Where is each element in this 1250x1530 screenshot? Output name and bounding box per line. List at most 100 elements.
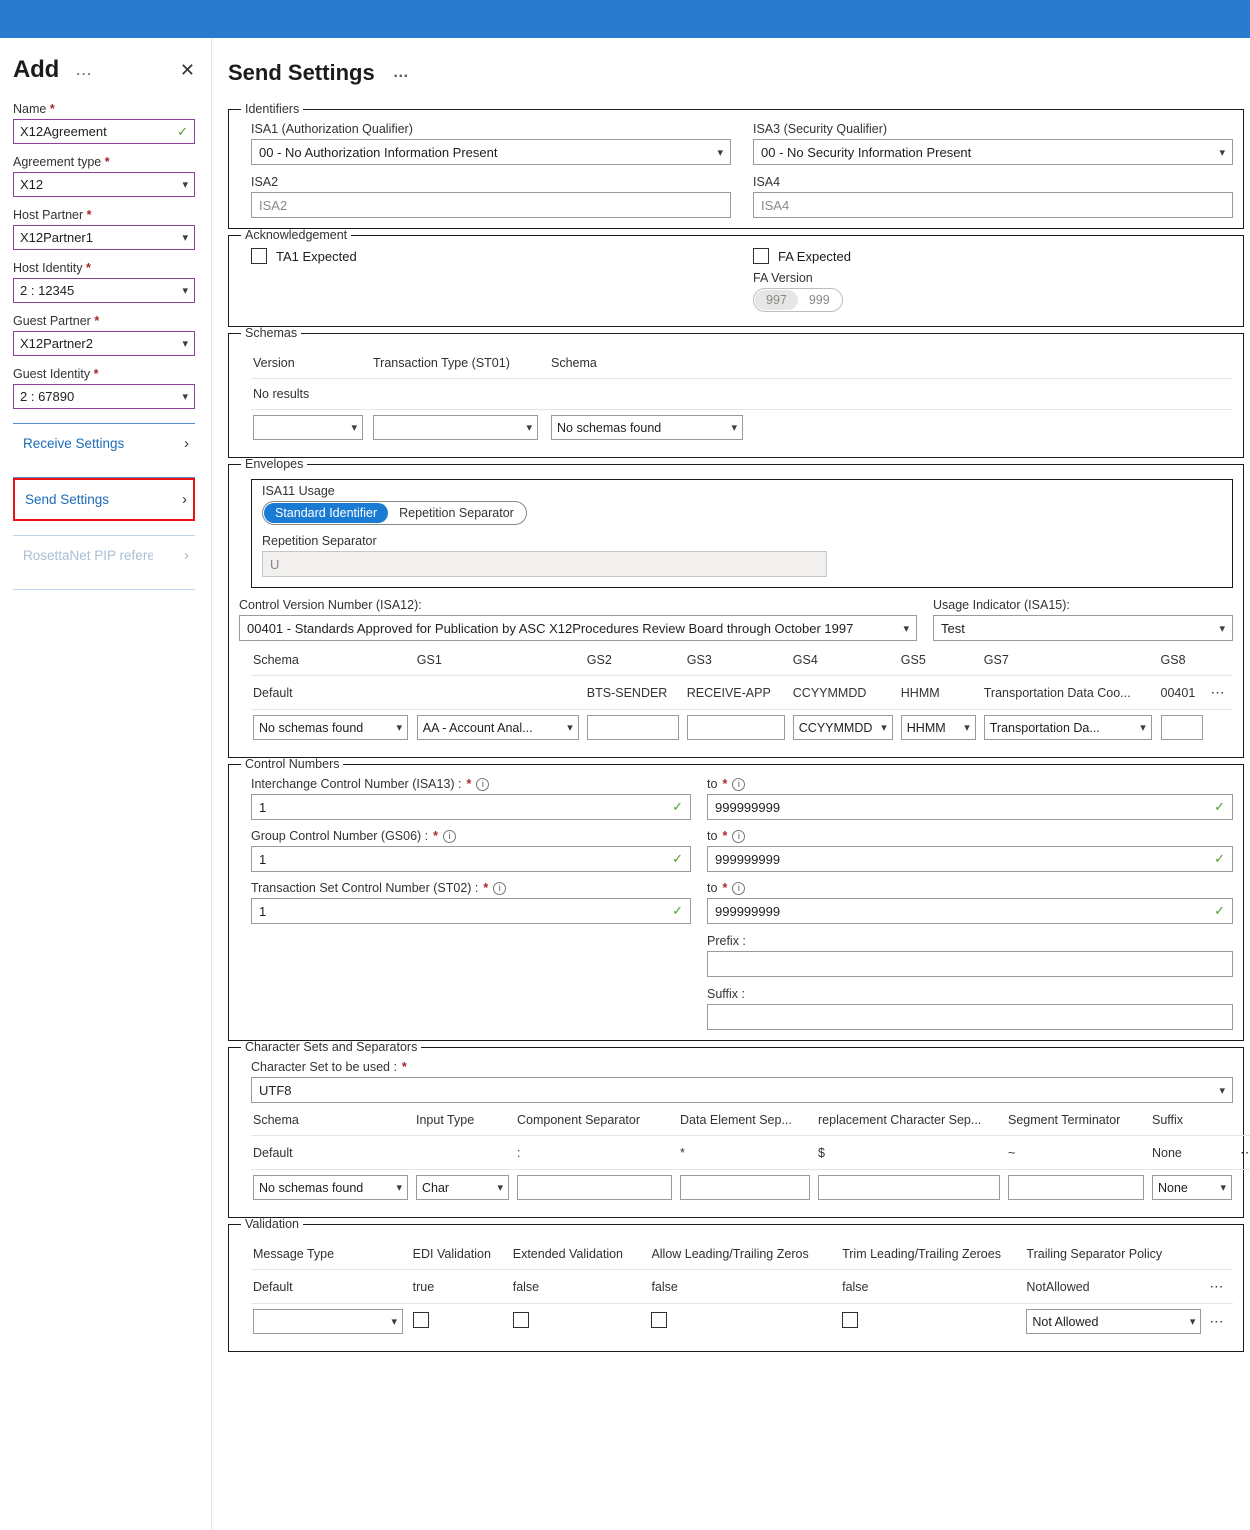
message-type-select[interactable]: ▾: [253, 1309, 403, 1334]
isa4-input[interactable]: ISA4: [753, 192, 1233, 218]
field-host-identity: Host Identity * 2 : 12345 ▾: [13, 261, 195, 303]
ellipsis-icon[interactable]: ⋯: [1211, 684, 1227, 700]
fa-expected-checkbox-row[interactable]: FA Expected: [753, 248, 1233, 264]
gs7-select[interactable]: Transportation Da... ▾: [983, 715, 1152, 740]
prefix-input[interactable]: [707, 951, 1233, 977]
info-icon[interactable]: i: [476, 777, 490, 791]
repetition-separator-input[interactable]: U: [262, 551, 827, 577]
info-icon[interactable]: i: [732, 777, 746, 791]
chevron-down-icon: ▾: [1140, 722, 1146, 734]
sidebar-item-rosettanet-wrap: RosettaNet PIP references ›: [13, 536, 195, 575]
close-icon[interactable]: ✕: [180, 61, 195, 79]
isa2-input[interactable]: ISA2: [251, 192, 731, 218]
st02-to-input[interactable]: 999999999 ✓: [707, 898, 1233, 924]
ellipsis-icon[interactable]: …: [75, 61, 93, 78]
identifiers-section: Identifiers ISA1 (Authorization Qualifie…: [228, 102, 1244, 229]
ta1-expected-checkbox[interactable]: [251, 248, 267, 264]
sidebar-item-receive-settings[interactable]: Receive Settings ›: [13, 424, 195, 463]
isa11-usage-toggle[interactable]: Standard Identifier Repetition Separator: [262, 501, 527, 525]
info-icon[interactable]: i: [732, 829, 746, 843]
trailing-separator-policy-select[interactable]: Not Allowed ▾: [1026, 1309, 1202, 1334]
component-separator-input[interactable]: [517, 1175, 672, 1200]
gs-input-gs3-cell: [684, 709, 791, 747]
fa-version-option-997[interactable]: 997: [755, 290, 798, 310]
ellipsis-icon[interactable]: …: [393, 65, 410, 81]
azure-top-bar: [0, 0, 1250, 38]
schemas-schema-select[interactable]: No schemas found ▾: [551, 415, 743, 440]
host-identity-select[interactable]: 2 : 12345 ▾: [13, 278, 195, 303]
checkmark-icon: ✓: [1214, 851, 1225, 866]
schemas-version-select[interactable]: ▾: [253, 415, 363, 440]
sep-data-element-cell: [678, 1169, 816, 1207]
st02-from-input[interactable]: 1 ✓: [251, 898, 691, 924]
sep-default-component-separator: :: [515, 1135, 678, 1170]
charset-select[interactable]: UTF8 ▾: [251, 1077, 1233, 1103]
gs1-select[interactable]: AA - Account Anal... ▾: [416, 715, 579, 740]
isa2-placeholder: ISA2: [259, 197, 288, 213]
isa13-to-input[interactable]: 999999999 ✓: [707, 794, 1233, 820]
chevron-down-icon: ▾: [351, 422, 357, 434]
ellipsis-icon[interactable]: ⋯: [1240, 1144, 1250, 1160]
isa3-field: ISA3 (Security Qualifier) 00 - No Securi…: [753, 122, 1233, 165]
isa11-option-repetition-separator[interactable]: Repetition Separator: [388, 503, 525, 523]
isa15-select[interactable]: Test ▾: [933, 615, 1233, 641]
agreement-type-select[interactable]: X12 ▾: [13, 172, 195, 197]
sep-suffix-select[interactable]: None ▾: [1152, 1175, 1232, 1200]
replacement-character-input[interactable]: [818, 1175, 1000, 1200]
host-partner-select[interactable]: X12Partner1 ▾: [13, 225, 195, 250]
fa-expected-checkbox[interactable]: [753, 248, 769, 264]
allow-leading-trailing-zeros-checkbox[interactable]: [651, 1312, 668, 1328]
ellipsis-icon[interactable]: ⋯: [1209, 1278, 1225, 1294]
sep-schema-select[interactable]: No schemas found ▾: [253, 1175, 408, 1200]
isa12-select[interactable]: 00401 - Standards Approved for Publicati…: [239, 615, 917, 641]
fa-version-label: FA Version: [753, 271, 813, 285]
ellipsis-icon[interactable]: ⋯: [1209, 1313, 1225, 1329]
table-row: Default true false false false NotAllowe…: [251, 1269, 1233, 1304]
isa1-select[interactable]: 00 - No Authorization Information Presen…: [251, 139, 731, 165]
info-icon[interactable]: i: [493, 881, 507, 895]
col-segment-terminator: Segment Terminator: [1008, 1113, 1121, 1127]
name-input[interactable]: X12Agreement ✓: [13, 119, 195, 144]
isa12-field: Control Version Number (ISA12): 00401 - …: [239, 598, 917, 641]
data-element-separator-input[interactable]: [680, 1175, 810, 1200]
guest-identity-select[interactable]: 2 : 67890 ▾: [13, 384, 195, 409]
fa-version-option-999[interactable]: 999: [798, 290, 841, 310]
fa-version-toggle[interactable]: 997 999: [753, 288, 843, 312]
col-component-separator: Component Separator: [517, 1113, 640, 1127]
isa3-select[interactable]: 00 - No Security Information Present ▾: [753, 139, 1233, 165]
gs-default-gs8: 00401: [1158, 675, 1209, 710]
sep-input-type-cell: Char ▾: [414, 1169, 515, 1207]
table-header-row: Message Type EDI Validation Extended Val…: [251, 1237, 1233, 1270]
gs-default-gs5: HHMM: [898, 675, 982, 710]
isa13-from-input[interactable]: 1 ✓: [251, 794, 691, 820]
info-icon[interactable]: i: [443, 829, 457, 843]
gs06-to-input[interactable]: 999999999 ✓: [707, 846, 1233, 872]
sidebar-item-send-settings[interactable]: Send Settings ›: [15, 480, 193, 519]
gs4-select[interactable]: CCYYMMDD ▾: [792, 715, 893, 740]
schemas-transaction-type-select[interactable]: ▾: [373, 415, 538, 440]
gs2-input[interactable]: [586, 715, 679, 740]
gs-default-gs1: [414, 675, 585, 710]
info-icon[interactable]: i: [732, 881, 746, 895]
trim-leading-trailing-zeroes-checkbox[interactable]: [842, 1312, 859, 1328]
gs8-input[interactable]: [1160, 715, 1203, 740]
col-gs7: GS7: [983, 653, 1009, 667]
segment-terminator-input[interactable]: [1008, 1175, 1144, 1200]
edi-validation-checkbox[interactable]: [412, 1312, 429, 1328]
isa11-option-standard-identifier[interactable]: Standard Identifier: [264, 503, 389, 523]
sidebar-item-send-settings-wrap[interactable]: Send Settings ›: [13, 478, 195, 521]
gs5-select[interactable]: HHMM ▾: [900, 715, 976, 740]
gs-default-gs7: Transportation Data Coo...: [981, 675, 1159, 710]
guest-partner-select[interactable]: X12Partner2 ▾: [13, 331, 195, 356]
gs06-from-input[interactable]: 1 ✓: [251, 846, 691, 872]
sep-input-type-select[interactable]: Char ▾: [416, 1175, 509, 1200]
suffix-input[interactable]: [707, 1004, 1233, 1030]
chevron-down-icon: ▾: [964, 722, 970, 734]
gs3-input[interactable]: [686, 715, 785, 740]
ta1-expected-checkbox-row[interactable]: TA1 Expected: [251, 248, 731, 264]
gs06-label-row: Group Control Number (GS06) : * i: [251, 829, 691, 843]
gs-schema-select[interactable]: No schemas found ▾: [253, 715, 408, 740]
gs-input-schema-cell: No schemas found ▾: [251, 709, 415, 747]
host-identity-value: 2 : 12345: [20, 283, 75, 298]
extended-validation-checkbox[interactable]: [512, 1312, 529, 1328]
